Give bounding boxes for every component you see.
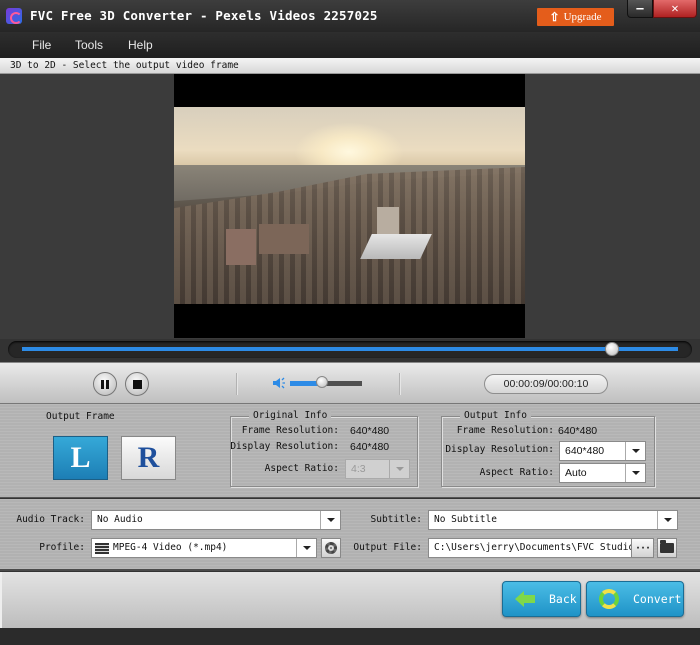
open-folder-button[interactable] xyxy=(657,538,677,558)
profile-label: Profile: xyxy=(39,542,85,553)
building xyxy=(259,224,309,254)
building xyxy=(226,229,256,265)
menu-bar: File Tools Help xyxy=(0,32,700,58)
pause-icon xyxy=(101,379,109,389)
close-button[interactable]: ✕ xyxy=(653,0,697,18)
out-display-res-select[interactable]: 640*480 xyxy=(559,441,646,461)
back-button[interactable]: Back xyxy=(502,581,581,617)
stop-icon xyxy=(132,379,142,389)
gear-icon xyxy=(325,542,337,554)
menu-file[interactable]: File xyxy=(32,38,51,52)
volume-thumb[interactable] xyxy=(316,376,329,388)
profile-select[interactable]: MPEG-4 Video (*.mp4) xyxy=(91,538,317,558)
divider xyxy=(399,373,401,395)
output-info-legend: Output Info xyxy=(460,410,531,421)
output-frame-heading: Output Frame xyxy=(46,411,115,422)
frame-settings-panel: Output Frame L R Original Info Frame Res… xyxy=(0,404,700,498)
video-frame xyxy=(174,74,525,338)
output-file-input[interactable]: C:\Users\jerry\Documents\FVC Studio\V xyxy=(428,538,654,558)
out-frame-res-label: Frame Resolution: xyxy=(456,425,554,436)
chevron-down-icon[interactable] xyxy=(320,511,340,529)
orig-display-res-value: 640*480 xyxy=(350,441,390,453)
back-label: Back xyxy=(549,592,577,606)
chevron-down-icon[interactable] xyxy=(296,539,316,557)
orig-aspect-select: 4:3 xyxy=(345,459,410,479)
subtitle-label: Subtitle: xyxy=(370,514,422,525)
back-arrow-icon xyxy=(515,591,535,607)
upgrade-label: Upgrade xyxy=(563,11,602,23)
chevron-down-icon[interactable] xyxy=(625,464,645,482)
chevron-down-icon[interactable] xyxy=(625,442,645,460)
output-file-label: Output File: xyxy=(353,542,422,553)
app-window: FVC Free 3D Converter - Pexels Videos 22… xyxy=(0,0,700,645)
profile-settings-button[interactable] xyxy=(321,538,341,558)
time-display: 00:00:09/00:00:10 xyxy=(484,374,608,394)
out-aspect-label: Aspect Ratio: xyxy=(479,467,554,478)
out-display-res-label: Display Resolution: xyxy=(445,444,554,455)
menu-tools[interactable]: Tools xyxy=(75,38,103,52)
seek-thumb[interactable] xyxy=(605,342,620,356)
left-frame-button[interactable]: L xyxy=(53,436,108,480)
playback-controls: 00:00:09/00:00:10 xyxy=(0,362,700,404)
original-info-legend: Original Info xyxy=(249,410,332,421)
output-info-group: Output Info Frame Resolution: 640*480 Di… xyxy=(441,410,655,487)
orig-display-res-label: Display Resolution: xyxy=(230,441,339,452)
folder-icon xyxy=(660,540,674,553)
orig-aspect-label: Aspect Ratio: xyxy=(264,463,339,474)
video-preview-area xyxy=(0,74,700,339)
menu-help[interactable]: Help xyxy=(128,38,153,52)
title-bar[interactable]: FVC Free 3D Converter - Pexels Videos 22… xyxy=(0,0,700,32)
app-logo-icon xyxy=(6,8,22,24)
right-frame-button[interactable]: R xyxy=(121,436,176,480)
instruction-text: 3D to 2D - Select the output video frame xyxy=(10,60,239,71)
chevron-down-icon[interactable] xyxy=(657,511,677,529)
convert-button[interactable]: Convert xyxy=(586,581,684,617)
divider xyxy=(236,373,238,395)
pause-button[interactable] xyxy=(93,372,117,396)
browse-button[interactable]: ··· xyxy=(631,538,654,558)
more-icon: ··· xyxy=(634,542,651,554)
orig-frame-res-value: 640*480 xyxy=(350,425,390,437)
chevron-down-icon xyxy=(389,460,409,478)
stop-button[interactable] xyxy=(125,372,149,396)
out-aspect-select[interactable]: Auto xyxy=(559,463,646,483)
instruction-bar: 3D to 2D - Select the output video frame xyxy=(0,58,700,74)
white-tent-building xyxy=(360,234,432,259)
output-settings-panel: Audio Track: No Audio Subtitle: No Subti… xyxy=(0,499,700,571)
footer-bar: Back Convert xyxy=(0,572,700,628)
out-frame-res-value: 640*480 xyxy=(558,425,598,437)
mp4-format-icon xyxy=(95,543,109,554)
volume-icon[interactable] xyxy=(272,376,286,390)
convert-refresh-icon xyxy=(599,589,619,609)
window-bottom-edge xyxy=(0,628,700,645)
orig-frame-res-label: Frame Resolution: xyxy=(241,425,339,436)
convert-label: Convert xyxy=(633,592,682,606)
audio-track-select[interactable]: No Audio xyxy=(91,510,341,530)
minimize-button[interactable]: — xyxy=(627,0,653,18)
video-preview-image xyxy=(174,107,525,304)
subtitle-select[interactable]: No Subtitle xyxy=(428,510,678,530)
original-info-group: Original Info Frame Resolution: 640*480 … xyxy=(230,410,418,487)
upgrade-button[interactable]: ⇧ Upgrade xyxy=(537,8,614,26)
seek-track[interactable] xyxy=(22,347,678,351)
upgrade-arrow-icon: ⇧ xyxy=(549,9,560,24)
audio-track-label: Audio Track: xyxy=(16,514,85,525)
window-title: FVC Free 3D Converter - Pexels Videos 22… xyxy=(30,8,378,23)
seek-bar[interactable] xyxy=(8,341,692,358)
